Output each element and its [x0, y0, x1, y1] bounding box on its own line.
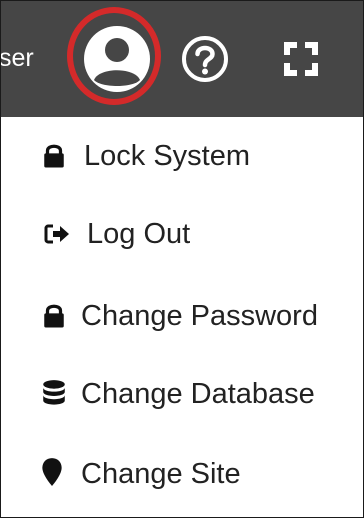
fullscreen-button[interactable] — [283, 41, 319, 77]
lock-icon — [44, 144, 64, 168]
fullscreen-icon — [284, 42, 318, 76]
database-icon — [43, 380, 65, 405]
user-circle-icon — [84, 26, 150, 92]
menu-item-lock-system[interactable]: Lock System — [1, 119, 363, 191]
lock-icon — [44, 304, 64, 328]
menu-item-change-database[interactable]: Change Database — [1, 357, 363, 429]
user-menu-button[interactable] — [81, 23, 153, 95]
top-navbar: ser — [1, 1, 363, 117]
menu-item-label: Change Database — [81, 378, 315, 410]
help-button[interactable] — [181, 35, 229, 83]
menu-item-change-site[interactable]: Change Site — [1, 437, 363, 509]
help-circle-icon — [182, 36, 228, 82]
menu-item-label: Lock System — [84, 140, 250, 172]
menu-item-label: Change Site — [81, 458, 241, 490]
app-frame: ser Lock System Log Out Change Password … — [0, 0, 364, 518]
sign-out-icon — [44, 224, 69, 244]
map-marker-icon — [42, 458, 62, 486]
menu-item-change-password[interactable]: Change Password — [1, 279, 363, 351]
menu-item-log-out[interactable]: Log Out — [1, 197, 363, 269]
user-name-label: ser — [0, 44, 34, 72]
menu-item-label: Log Out — [87, 218, 191, 250]
menu-item-label: Change Password — [81, 300, 318, 332]
